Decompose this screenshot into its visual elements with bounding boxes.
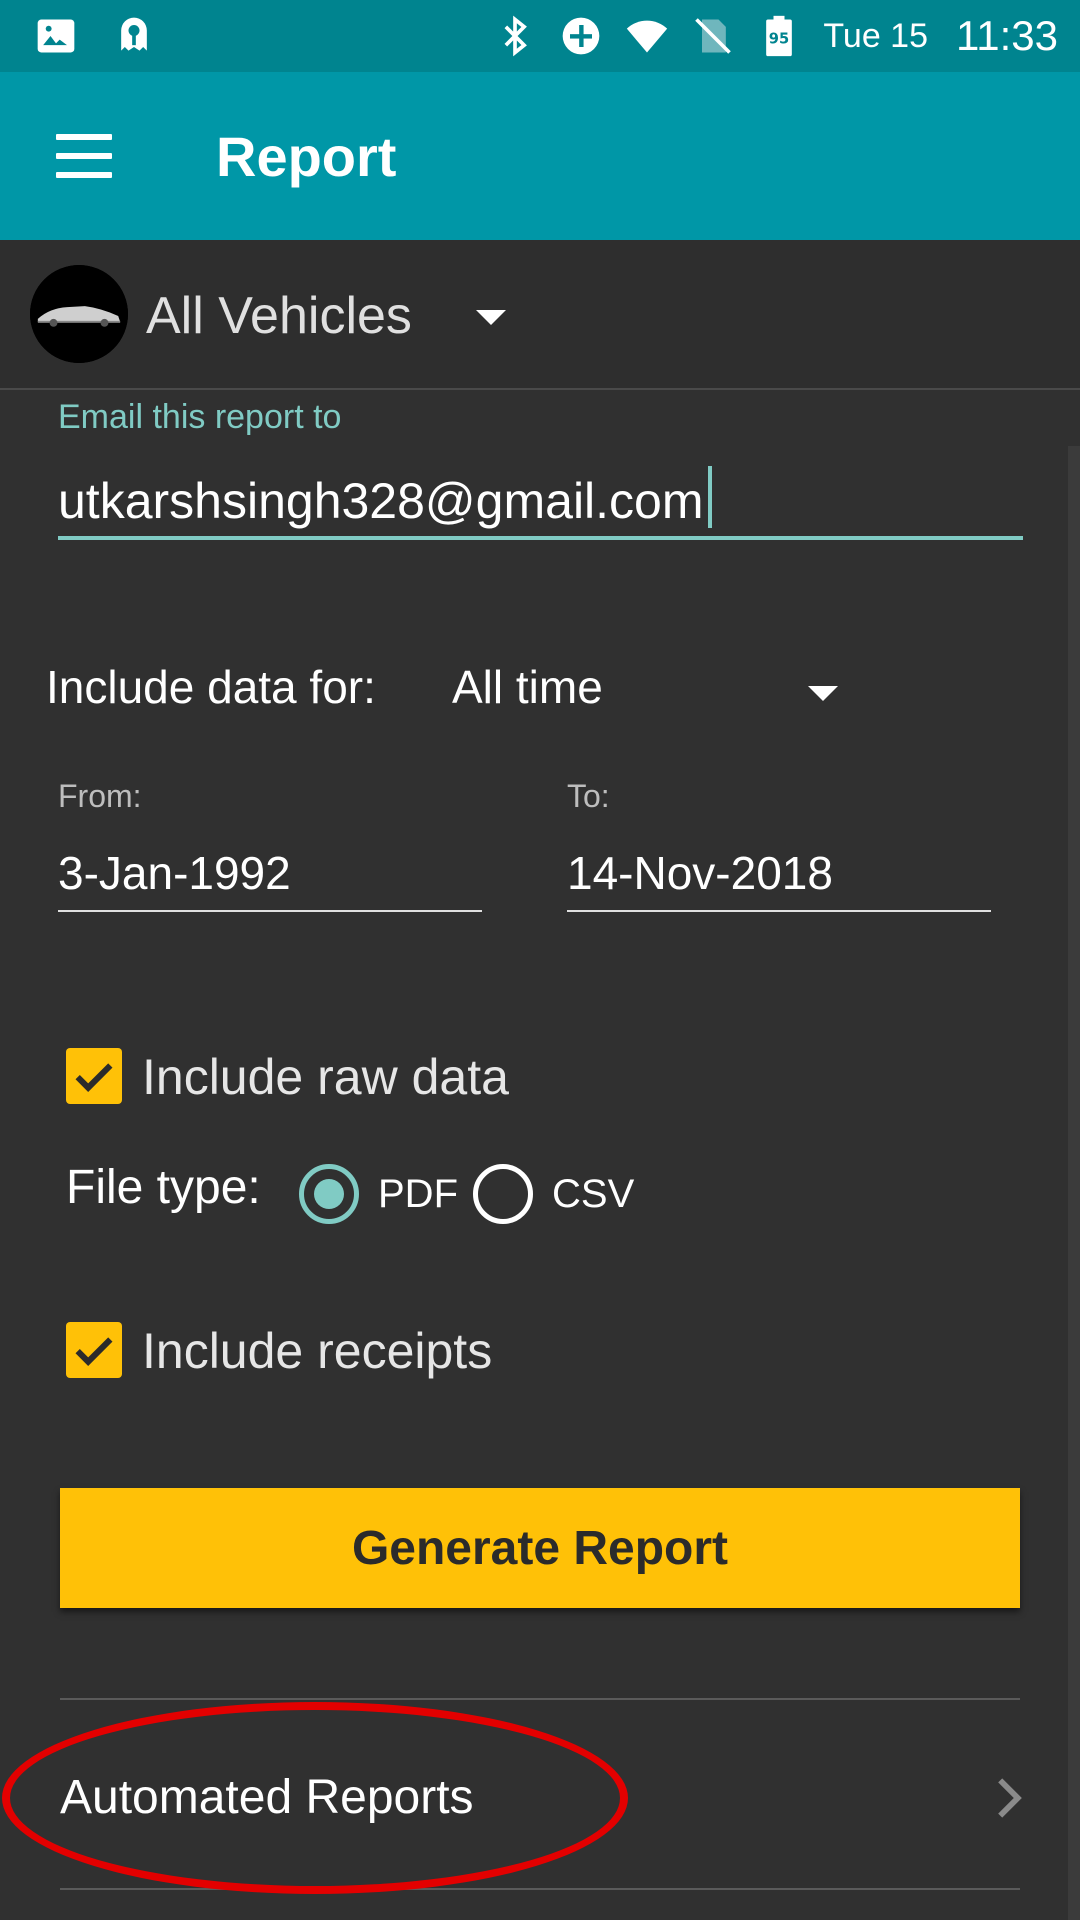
checkmark-icon xyxy=(75,1063,113,1092)
dropdown-caret-icon[interactable] xyxy=(476,310,506,325)
include-data-label: Include data for: xyxy=(46,661,376,713)
include-receipts-checkbox[interactable] xyxy=(66,1322,122,1378)
app-notification-icon xyxy=(112,14,156,58)
radio-csv[interactable] xyxy=(473,1164,533,1224)
status-time: 11:33 xyxy=(956,12,1058,59)
chevron-right-icon xyxy=(994,1776,1024,1820)
menu-icon[interactable] xyxy=(56,134,112,178)
include-receipts-label: Include receipts xyxy=(142,1323,493,1379)
bluetooth-icon xyxy=(493,14,537,58)
dropdown-caret-icon xyxy=(808,686,838,701)
include-raw-data-label: Include raw data xyxy=(142,1049,509,1105)
checkmark-icon xyxy=(75,1337,113,1366)
automated-reports-row[interactable]: Automated Reports xyxy=(60,1700,1022,1890)
divider xyxy=(60,1888,1020,1890)
from-date-field[interactable]: 3-Jan-1992 xyxy=(58,834,482,912)
app-bar: Report xyxy=(0,72,1080,240)
radio-csv-label: CSV xyxy=(552,1172,635,1216)
date-range-value: All time xyxy=(452,661,603,713)
email-field-label: Email this report to xyxy=(58,398,342,436)
email-value: utkarshsingh328@gmail.com xyxy=(58,473,704,529)
include-raw-data-checkbox[interactable] xyxy=(66,1048,122,1104)
vehicle-selected-label: All Vehicles xyxy=(146,287,412,345)
battery-icon: 95 xyxy=(757,14,801,58)
from-label: From: xyxy=(58,778,142,814)
status-date: Tue 15 xyxy=(823,16,928,55)
to-date-field[interactable]: 14-Nov-2018 xyxy=(567,834,991,912)
to-date-value: 14-Nov-2018 xyxy=(567,847,833,899)
wifi-icon xyxy=(625,14,669,58)
scrollbar[interactable] xyxy=(1068,446,1080,1920)
file-type-label: File type: xyxy=(66,1161,261,1214)
generate-report-button[interactable]: Generate Report xyxy=(60,1488,1020,1608)
to-label: To: xyxy=(567,778,610,814)
radio-pdf[interactable] xyxy=(299,1164,359,1224)
date-range-select[interactable]: All time xyxy=(452,650,852,720)
data-saver-icon xyxy=(559,14,603,58)
from-date-value: 3-Jan-1992 xyxy=(58,847,291,899)
email-field[interactable]: utkarshsingh328@gmail.com xyxy=(58,450,1023,540)
text-cursor xyxy=(707,466,712,528)
radio-pdf-label: PDF xyxy=(378,1172,458,1216)
status-bar: 95 Tue 15 11:33 xyxy=(0,0,1080,72)
no-sim-icon xyxy=(691,14,735,58)
image-icon xyxy=(34,14,78,58)
vehicle-selector[interactable]: All Vehicles xyxy=(0,240,1080,390)
vehicle-avatar xyxy=(30,265,128,363)
battery-level: 95 xyxy=(769,30,789,47)
page-title: Report xyxy=(216,125,397,188)
automated-reports-label: Automated Reports xyxy=(60,1771,474,1824)
